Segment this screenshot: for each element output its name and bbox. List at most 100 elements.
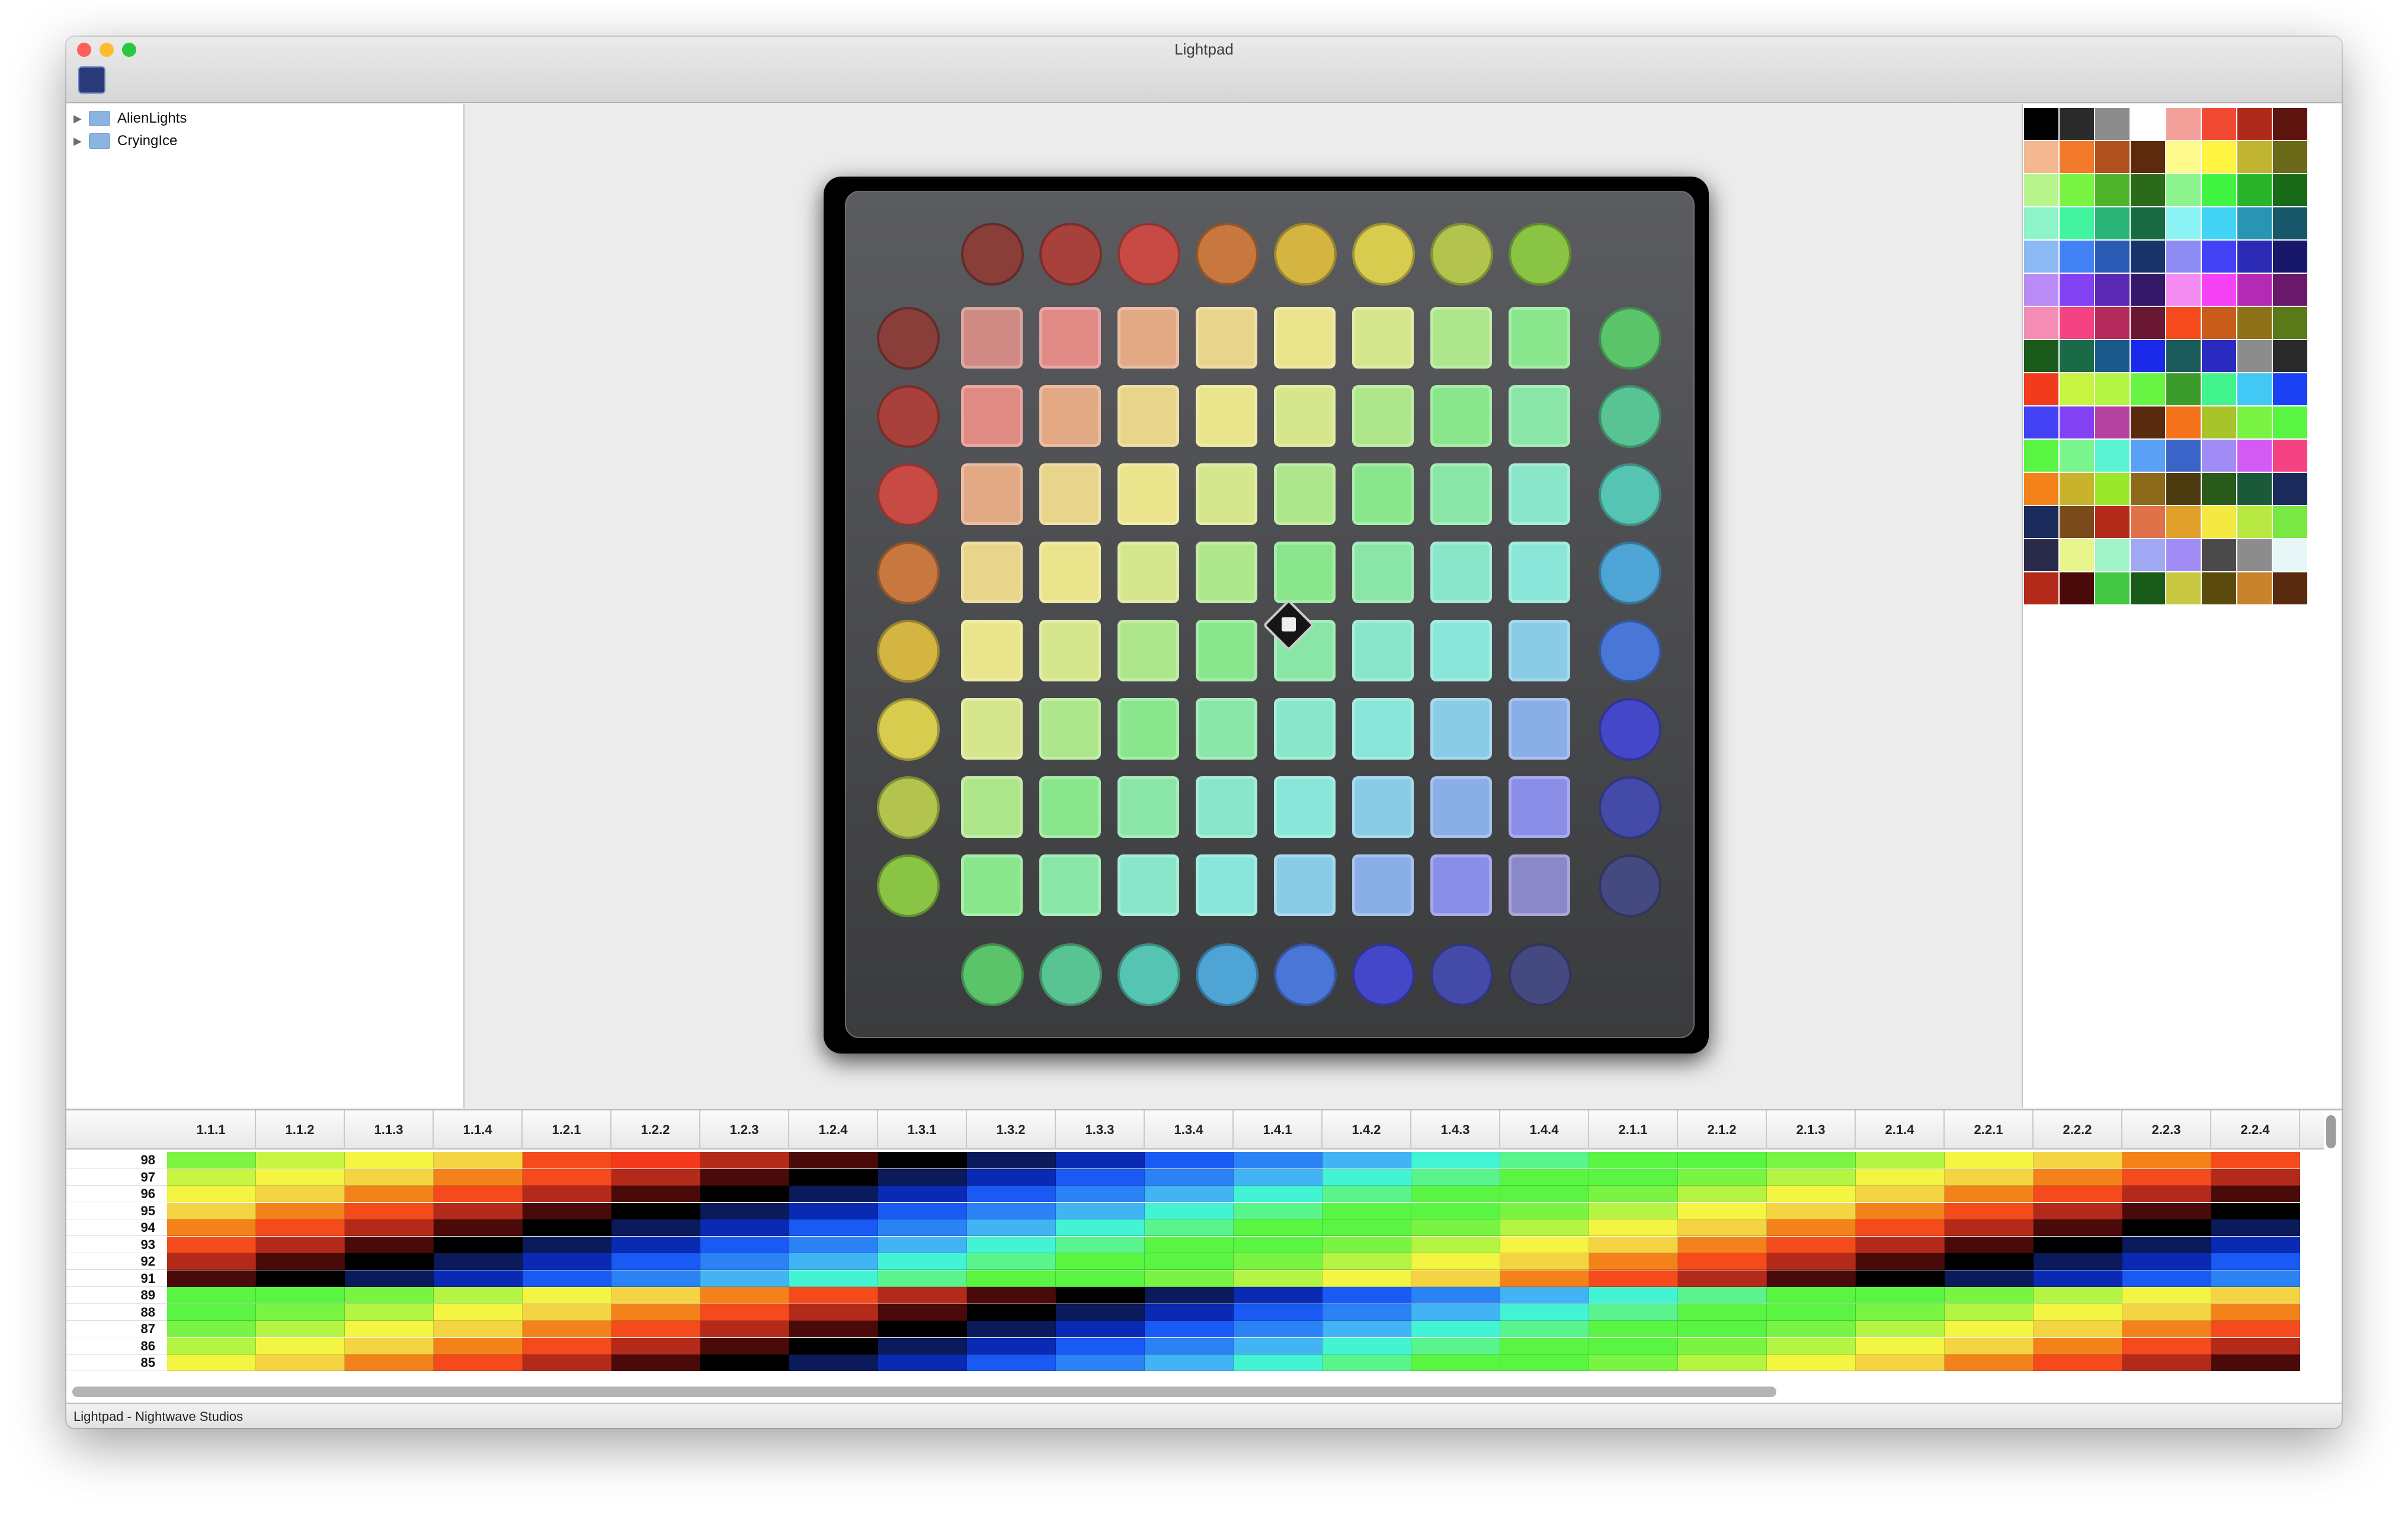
frame-cell[interactable] [167,1236,256,1253]
palette-swatch[interactable] [2060,406,2094,438]
frame-cell[interactable] [878,1287,967,1304]
palette-swatch[interactable] [2024,572,2058,604]
frame-cell[interactable] [1767,1337,1856,1355]
frame-cell[interactable] [2034,1287,2122,1304]
frame-cell[interactable] [1056,1219,1145,1236]
frame-cell[interactable] [434,1202,523,1219]
frame-cell[interactable] [1234,1168,1323,1186]
frame-cell[interactable] [2034,1186,2122,1202]
frame-cell[interactable] [2122,1202,2211,1219]
frame-cell[interactable] [1234,1355,1323,1371]
frame-cell[interactable] [611,1168,700,1186]
frame-cell[interactable] [2211,1287,2300,1304]
palette-swatch[interactable] [2095,108,2130,140]
palette-swatch[interactable] [2131,108,2165,140]
palette-swatch[interactable] [2166,207,2201,239]
palette-swatch[interactable] [2095,207,2130,239]
palette-swatch[interactable] [2060,141,2094,173]
palette-swatch[interactable] [2131,274,2165,306]
frame-cell[interactable] [256,1270,345,1287]
frame-cell[interactable] [700,1152,789,1168]
palette-swatch[interactable] [2095,572,2130,604]
frame-cell[interactable] [2211,1219,2300,1236]
column-header[interactable]: 1.3.2 [967,1110,1056,1150]
frame-cell[interactable] [1767,1321,1856,1337]
frame-cell[interactable] [1945,1287,2034,1304]
palette-swatch[interactable] [2024,141,2058,173]
frame-cell[interactable] [2211,1355,2300,1371]
palette-swatch[interactable] [2273,241,2307,273]
frame-cell[interactable] [523,1202,611,1219]
palette-swatch[interactable] [2202,506,2236,538]
column-header[interactable]: 1.2.3 [700,1110,789,1150]
palette-swatch[interactable] [2166,406,2201,438]
frame-cell[interactable] [2122,1236,2211,1253]
left-round-button[interactable] [877,854,940,917]
frame-cell[interactable] [967,1219,1056,1236]
frame-cell[interactable] [878,1152,967,1168]
frame-cell[interactable] [1145,1321,1234,1337]
frame-cell[interactable] [1056,1152,1145,1168]
palette-swatch[interactable] [2060,174,2094,206]
column-header[interactable]: 2.1.2 [1678,1110,1767,1150]
frame-cell[interactable] [1145,1236,1234,1253]
top-round-button[interactable] [1039,223,1102,286]
frame-cell[interactable] [1323,1355,1411,1371]
frame-cell[interactable] [1145,1152,1234,1168]
palette-swatch[interactable] [2024,373,2058,405]
frame-cell[interactable] [1767,1168,1856,1186]
frame-cell[interactable] [789,1168,878,1186]
frame-cell[interactable] [1145,1287,1234,1304]
palette-swatch[interactable] [2237,440,2272,472]
frame-cell[interactable] [2122,1219,2211,1236]
palette-swatch[interactable] [2166,539,2201,571]
frame-cell[interactable] [256,1168,345,1186]
palette-swatch[interactable] [2237,174,2272,206]
frame-cell[interactable] [1145,1304,1234,1321]
palette-swatch[interactable] [2202,108,2236,140]
bottom-round-button[interactable] [1039,943,1102,1006]
frame-cell[interactable] [1411,1152,1500,1168]
frame-cell[interactable] [2034,1253,2122,1270]
frame-cell[interactable] [789,1236,878,1253]
palette-swatch[interactable] [2273,274,2307,306]
palette-swatch[interactable] [2202,207,2236,239]
grid-pad[interactable] [1352,776,1414,838]
palette-swatch[interactable] [2166,241,2201,273]
frame-cell[interactable] [434,1236,523,1253]
palette-swatch[interactable] [2202,274,2236,306]
grid-pad[interactable] [961,385,1023,447]
palette-swatch[interactable] [2095,174,2130,206]
frame-cell[interactable] [878,1253,967,1270]
frame-cell[interactable] [1234,1253,1323,1270]
frame-cell[interactable] [1945,1321,2034,1337]
palette-swatch[interactable] [2202,307,2236,339]
frame-cell[interactable] [1856,1253,1945,1270]
frame-cell[interactable] [345,1253,434,1270]
frame-cell[interactable] [1945,1168,2034,1186]
palette-swatch[interactable] [2237,406,2272,438]
palette-swatch[interactable] [2024,473,2058,505]
frame-cell[interactable] [700,1202,789,1219]
palette-swatch[interactable] [2166,473,2201,505]
bottom-round-button[interactable] [1117,943,1180,1006]
frame-cell[interactable] [1145,1168,1234,1186]
frame-cell[interactable] [1500,1152,1589,1168]
grid-pad[interactable] [1274,463,1336,525]
frame-cell[interactable] [700,1321,789,1337]
grid-pad[interactable] [1274,776,1336,838]
frame-cell[interactable] [434,1253,523,1270]
frame-cell[interactable] [1411,1168,1500,1186]
frame-cell[interactable] [1323,1304,1411,1321]
frame-cell[interactable] [1767,1202,1856,1219]
column-header[interactable]: 2.2.1 [1945,1110,2034,1150]
column-header[interactable]: 1.1.2 [256,1110,345,1150]
grid-pad[interactable] [1509,620,1570,681]
frame-cell[interactable] [256,1253,345,1270]
grid-pad[interactable] [1352,385,1414,447]
right-round-button[interactable] [1599,463,1661,526]
grid-pad[interactable] [1352,463,1414,525]
frame-cell[interactable] [1856,1152,1945,1168]
palette-swatch[interactable] [2237,373,2272,405]
frame-cell[interactable] [2122,1253,2211,1270]
